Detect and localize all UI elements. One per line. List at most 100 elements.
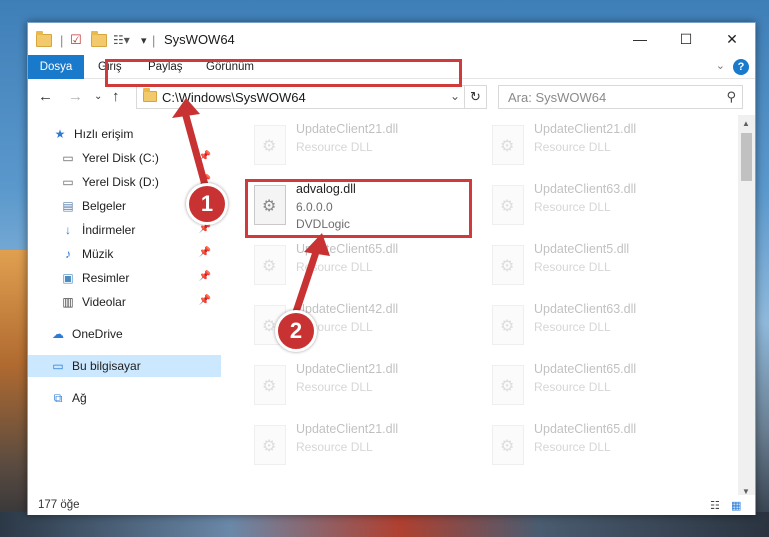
tiles-view-icon[interactable]: ▦ [731,499,741,512]
sidebar-item-downloads[interactable]: ↓ İndirmeler 📌 [28,219,221,241]
network-icon: ⧉ [53,390,63,405]
sidebar-item-quick-access[interactable]: ★ Hızlı erişim [28,123,221,145]
file-name: UpdateClient65.dll [296,242,399,256]
pictures-icon: ▣ [62,271,74,285]
details-view-icon[interactable]: ☷ [710,499,720,512]
refresh-icon[interactable]: ↻ [464,86,486,108]
folder-icon [36,30,52,48]
star-icon: ★ [54,127,66,141]
search-icon[interactable]: ⚲ [726,89,736,105]
file-item[interactable]: UpdateClient63.dll Resource DLL [484,299,714,353]
address-highlight-box [105,59,462,87]
file-item[interactable]: UpdateClient65.dll Resource DLL [246,239,476,293]
sidebar-item-onedrive[interactable]: ☁ OneDrive [28,323,221,345]
address-bar[interactable]: C:\Windows\SysWOW64 ⌄ ↻ [136,85,487,109]
sidebar-item-label: Yerel Disk (C:) [82,151,159,165]
file-description: Resource DLL [534,320,611,334]
pin-icon: 📌 [198,271,211,282]
quick-access-dropdown-icon[interactable]: ▾ [141,32,147,48]
video-icon: ▥ [62,295,74,309]
file-description: Resource DLL [534,440,611,454]
close-button[interactable]: ✕ [709,23,755,55]
file-item[interactable]: UpdateClient21.dll Resource DLL [246,359,476,413]
drive-icon: ▭ [62,151,74,165]
scroll-up-icon[interactable]: ▲ [742,119,750,128]
sidebar-item-label: Resimler [82,271,130,285]
file-item[interactable]: UpdateClient5.dll Resource DLL [484,239,714,293]
desktop-background-left [0,250,30,537]
sidebar-item-local-disk-c[interactable]: ▭ Yerel Disk (C:) 📌 [28,147,221,169]
download-icon: ↓ [65,223,71,237]
dll-file-icon [492,305,524,345]
search-placeholder: Ara: SysWOW64 [508,90,607,105]
pin-icon: 📌 [198,247,211,258]
vertical-scrollbar[interactable]: ▲ ▼ [738,115,755,499]
sidebar-item-label: OneDrive [72,327,123,341]
file-item[interactable]: UpdateClient65.dll Resource DLL [484,419,714,473]
sidebar-item-label: Videolar [82,295,126,309]
up-arrow-icon[interactable]: ↑ [112,88,120,105]
sidebar-item-label: Bu bilgisayar [72,359,141,373]
file-item[interactable]: UpdateClient21.dll Resource DLL [484,119,714,173]
pin-icon: 📌 [198,151,211,162]
status-bar: 177 öğe ☷ ▦ [28,495,755,515]
file-description: Resource DLL [296,260,373,274]
file-description: Resource DLL [296,440,373,454]
address-dropdown-icon[interactable]: ⌄ [450,89,460,103]
file-name: UpdateClient21.dll [296,422,399,436]
dll-file-icon [492,185,524,225]
documents-icon: ▤ [62,199,74,213]
sidebar-item-label: Ağ [72,391,87,405]
file-name: UpdateClient21.dll [534,122,637,136]
dll-file-icon [254,425,286,465]
sidebar-item-videos[interactable]: ▥ Videolar 📌 [28,291,221,313]
recent-locations-icon[interactable]: ⌄ [94,91,102,102]
file-description: Resource DLL [296,140,373,154]
window-title: SysWOW64 [164,32,235,47]
file-description: Resource DLL [534,260,611,274]
music-icon: ♪ [65,247,71,261]
sidebar-item-label: Hızlı erişim [74,127,134,141]
minimize-button[interactable]: — [617,23,663,55]
dll-file-icon [254,365,286,405]
computer-icon: ▭ [52,359,64,373]
sidebar-item-this-pc[interactable]: ▭ Bu bilgisayar [28,355,221,377]
expand-ribbon-icon[interactable]: ⌄ [716,59,725,72]
maximize-button[interactable]: ☐ [663,23,709,55]
file-name: UpdateClient21.dll [296,122,399,136]
sidebar-item-pictures[interactable]: ▣ Resimler 📌 [28,267,221,289]
dll-file-icon [492,245,524,285]
cloud-icon: ☁ [52,327,64,341]
file-item[interactable]: UpdateClient21.dll Resource DLL [246,119,476,173]
back-arrow-icon[interactable]: ← [38,88,53,105]
sidebar-item-music[interactable]: ♪ Müzik 📌 [28,243,221,265]
file-list: UpdateClient21.dll Resource DLL advalog.… [221,115,737,487]
sidebar-item-network[interactable]: ⧉ Ağ [28,387,221,409]
drive-icon: ▭ [62,175,74,189]
file-name: UpdateClient65.dll [534,422,637,436]
properties-icon[interactable]: ☑ [70,32,82,48]
separator: | [152,32,156,48]
file-item[interactable]: UpdateClient65.dll Resource DLL [484,359,714,413]
dll-file-icon [492,425,524,465]
file-item[interactable]: UpdateClient21.dll Resource DLL [246,419,476,473]
title-bar: | ☑ ☷▾ ▾ | SysWOW64 — ☐ ✕ [28,23,755,55]
dll-file-icon [492,125,524,165]
sidebar-item-label: Yerel Disk (D:) [82,175,159,189]
file-explorer-window: | ☑ ☷▾ ▾ | SysWOW64 — ☐ ✕ Dosya Giriş Pa… [27,22,756,515]
customize-icon[interactable]: ☷▾ [113,32,130,48]
help-icon[interactable]: ? [733,59,749,75]
new-folder-icon[interactable] [91,30,107,48]
item-count: 177 öğe [38,499,80,511]
file-name: UpdateClient65.dll [534,362,637,376]
address-path: C:\Windows\SysWOW64 [162,90,306,105]
search-input[interactable]: Ara: SysWOW64 ⚲ [498,85,743,109]
separator: | [60,32,64,48]
file-item[interactable]: UpdateClient63.dll Resource DLL [484,179,714,233]
file-name: UpdateClient21.dll [296,362,399,376]
file-description: Resource DLL [534,140,611,154]
forward-arrow-icon[interactable]: → [68,88,83,105]
scrollbar-thumb[interactable] [741,133,752,181]
file-name: UpdateClient42.dll [296,302,399,316]
sidebar-item-label: Belgeler [82,199,127,213]
